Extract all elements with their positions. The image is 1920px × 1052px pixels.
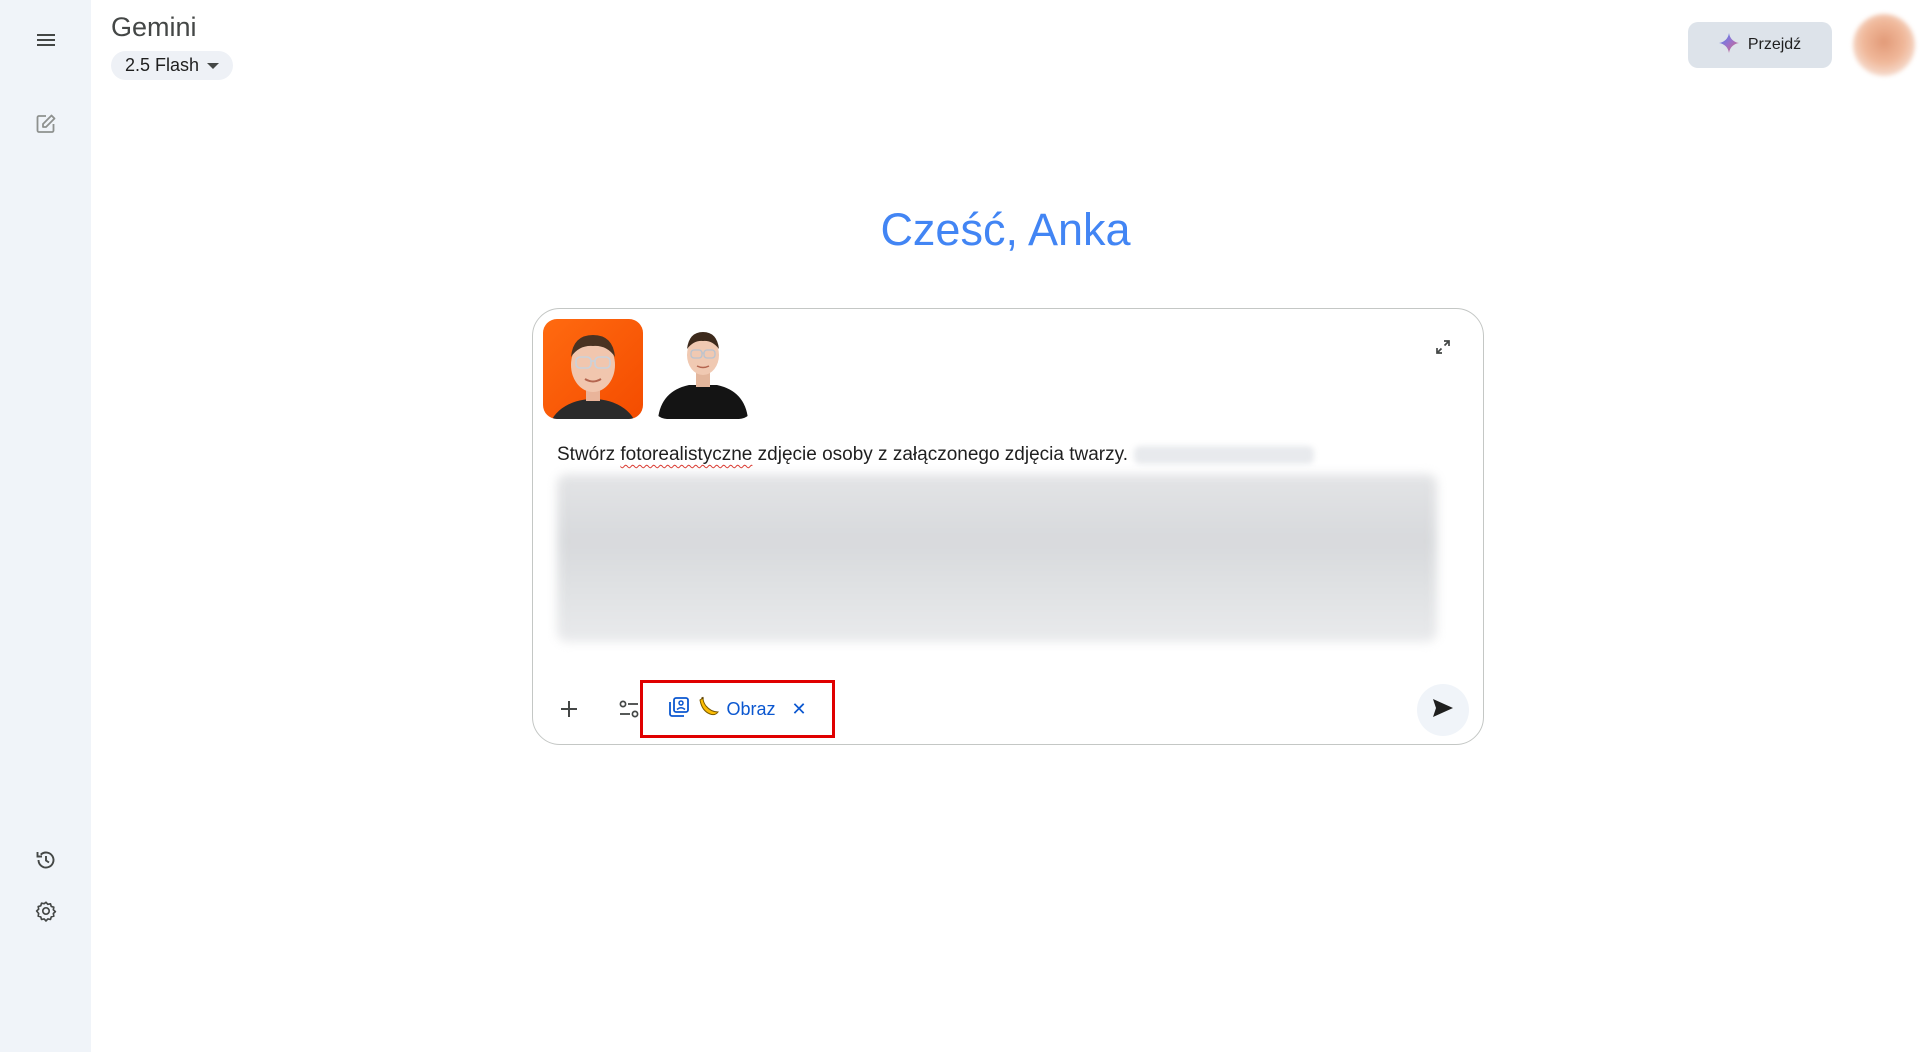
image-tool-label: Obraz — [726, 698, 776, 719]
plus-icon — [559, 699, 579, 724]
prompt-text-end: zdjęcie osoby z załączonego zdjęcia twar… — [752, 444, 1128, 465]
close-icon[interactable]: ✕ — [791, 699, 806, 720]
prompt-input[interactable]: Stwórz fotorealistyczne zdjęcie osoby z … — [557, 444, 1314, 466]
menu-button[interactable] — [26, 20, 66, 60]
menu-icon — [36, 32, 56, 48]
history-icon — [35, 849, 57, 871]
tools-icon — [618, 698, 640, 725]
settings-button[interactable] — [26, 891, 66, 931]
prompt-text-start: Stwórz — [557, 444, 621, 465]
upgrade-label: Przejdź — [1747, 36, 1802, 53]
prompt-card: Stwórz fotorealistyczne zdjęcie osoby z … — [532, 308, 1484, 745]
banana-icon — [696, 695, 720, 724]
image-tool-chip[interactable]: Obraz ✕ — [640, 680, 835, 738]
expand-button[interactable] — [1427, 333, 1459, 365]
upgrade-button[interactable]: Przejdź — [1688, 22, 1832, 68]
redacted-text-block — [557, 474, 1437, 642]
misspelled-word: fotorealistyczne — [620, 444, 753, 465]
history-button[interactable] — [26, 840, 66, 880]
add-attachment-button[interactable] — [549, 691, 589, 731]
expand-icon — [1435, 339, 1451, 360]
gemini-sparkle-icon — [1718, 32, 1739, 58]
greeting: Cześć, Anka — [880, 204, 1131, 255]
new-chat-button[interactable] — [26, 104, 66, 144]
send-icon — [1431, 696, 1455, 725]
attached-image-1[interactable] — [543, 319, 643, 419]
chevron-down-icon — [207, 62, 220, 69]
attached-image-2[interactable] — [653, 319, 753, 419]
sidebar — [0, 0, 91, 1052]
avatar[interactable] — [1853, 14, 1915, 76]
send-button[interactable] — [1417, 684, 1469, 736]
image-gallery-icon — [668, 696, 690, 723]
app-title: Gemini — [111, 12, 197, 42]
main-area: Gemini 2.5 Flash Przejdź Cześć, Anka Stw… — [91, 0, 1920, 1052]
redacted-text — [1134, 445, 1314, 464]
new-chat-icon — [35, 113, 57, 135]
model-selector[interactable]: 2.5 Flash — [111, 51, 234, 80]
model-label: 2.5 Flash — [125, 55, 200, 75]
settings-icon — [35, 900, 57, 922]
